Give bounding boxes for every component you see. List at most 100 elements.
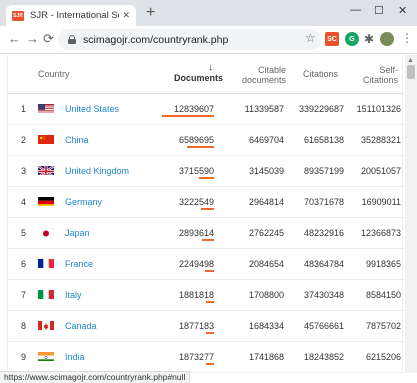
country-link[interactable]: United Kingdom <box>65 166 129 176</box>
table-row: 6 France 2249498 2084654 48364784 9918365 <box>8 249 404 280</box>
table-row: 5 Japan 2893614 2762245 48232916 12366873 <box>8 218 404 249</box>
browser-menu-icon[interactable]: ⋮ <box>401 31 413 45</box>
sc-extension-icon[interactable]: SC <box>325 32 339 46</box>
citable-documents-cell: 2964814 <box>248 197 284 207</box>
documents-bar <box>162 115 214 117</box>
rank-cell: 8 <box>21 321 27 331</box>
scroll-up-arrow-icon[interactable]: ▲ <box>407 57 414 64</box>
rank-cell: 5 <box>21 228 27 238</box>
back-arrow-icon[interactable]: ← <box>8 32 21 46</box>
citations-cell: 70371678 <box>303 197 344 207</box>
minimize-icon[interactable]: — <box>350 4 361 16</box>
india-flag-icon <box>38 350 54 361</box>
page-scrollbar[interactable]: ▲ <box>405 55 417 373</box>
extensions-puzzle-icon[interactable]: ✱ <box>362 32 376 46</box>
rank-cell: 1 <box>21 104 27 114</box>
rank-cell: 7 <box>21 290 27 300</box>
italy-flag-icon <box>38 288 54 299</box>
documents-bar <box>206 301 214 303</box>
table-row: 2 China 6589695 6469704 61658138 35288321 <box>8 125 404 156</box>
country-link[interactable]: China <box>65 135 89 145</box>
citations-cell: 89357199 <box>303 166 344 176</box>
self-citations-cell: 20051057 <box>360 166 401 176</box>
reload-icon[interactable]: ⟳ <box>43 32 54 46</box>
sjr-favicon-icon: SJR <box>12 10 24 21</box>
lock-icon <box>68 35 76 44</box>
table-row: 8 Canada 1877183 1684334 45766661 7875702 <box>8 311 404 342</box>
documents-bar <box>201 208 214 210</box>
tab-close-icon[interactable]: ✕ <box>122 10 130 21</box>
citations-cell: 48364784 <box>303 259 344 269</box>
france-flag-icon <box>38 257 54 268</box>
documents-cell: 3715590 <box>178 166 214 176</box>
header-country[interactable]: Country <box>38 69 70 80</box>
rank-cell: 9 <box>21 352 27 362</box>
self-citations-cell: 7875702 <box>365 321 401 331</box>
country-link[interactable]: United States <box>65 104 119 114</box>
profile-avatar[interactable] <box>380 32 394 46</box>
documents-cell: 2893614 <box>178 228 214 238</box>
citable-documents-cell: 11339587 <box>244 104 284 114</box>
country-rank-table: Country ↓ Documents Citable documents Ci… <box>7 55 404 373</box>
documents-cell: 12839607 <box>173 104 214 114</box>
forward-arrow-icon[interactable]: → <box>26 32 39 46</box>
self-citations-cell: 16909011 <box>361 197 401 207</box>
citable-documents-cell: 1741868 <box>248 352 284 362</box>
close-window-icon[interactable]: ✕ <box>398 4 407 17</box>
table-row: 4 Germany 3222549 2964814 70371678 16909011 <box>8 187 404 218</box>
citations-cell: 18243852 <box>303 352 344 362</box>
citable-documents-cell: 1684334 <box>248 321 284 331</box>
country-link[interactable]: Italy <box>65 290 82 300</box>
country-link[interactable]: France <box>65 259 93 269</box>
documents-bar <box>205 270 214 272</box>
scrollbar-thumb[interactable] <box>407 65 415 79</box>
rank-cell: 4 <box>21 197 27 207</box>
page-content: Country ↓ Documents Citable documents Ci… <box>0 55 417 373</box>
country-link[interactable]: India <box>65 352 85 362</box>
address-url: scimagojr.com/countryrank.php <box>83 33 229 46</box>
header-citable-line2[interactable]: documents <box>237 75 286 86</box>
country-link[interactable]: Germany <box>65 197 102 207</box>
rank-cell: 2 <box>21 135 27 145</box>
country-link[interactable]: Japan <box>65 228 90 238</box>
canada-flag-icon <box>38 319 54 330</box>
maximize-icon[interactable]: ☐ <box>374 4 384 17</box>
header-self-line2[interactable]: Citations <box>353 75 398 86</box>
documents-bar <box>202 239 214 241</box>
japan-flag-icon <box>38 226 54 237</box>
new-tab-button[interactable]: + <box>146 5 155 21</box>
documents-cell: 1873277 <box>178 352 214 362</box>
united-kingdom-flag-icon <box>38 164 54 175</box>
sort-descending-icon[interactable]: ↓ <box>208 62 213 73</box>
status-bar: https://www.scimagojr.com/countryrank.ph… <box>0 371 191 383</box>
self-citations-cell: 6215206 <box>365 352 401 362</box>
header-citations[interactable]: Citations <box>298 69 338 80</box>
rank-cell: 3 <box>21 166 27 176</box>
documents-bar <box>187 146 214 148</box>
citations-cell: 45766661 <box>303 321 344 331</box>
address-bar[interactable]: scimagojr.com/countryrank.php <box>58 29 321 50</box>
documents-bar <box>206 332 214 334</box>
self-citations-cell: 12366873 <box>360 228 401 238</box>
bookmark-star-icon[interactable]: ☆ <box>305 31 316 45</box>
tab-strip: SJR SJR - International Science Rank ✕ +… <box>0 0 417 26</box>
citable-documents-cell: 2762245 <box>248 228 284 238</box>
citable-documents-cell: 2084654 <box>248 259 284 269</box>
table-row: 3 United Kingdom 3715590 3145039 89357199 200… <box>8 156 404 187</box>
country-link[interactable]: Canada <box>65 321 97 331</box>
rank-cell: 6 <box>21 259 27 269</box>
united-states-flag-icon <box>38 102 54 113</box>
table-row: 1 United States 12839607 11339587 339229687 1… <box>8 94 404 125</box>
documents-cell: 1877183 <box>178 321 214 331</box>
citations-cell: 61658138 <box>303 135 344 145</box>
documents-bar <box>199 177 214 179</box>
self-citations-cell: 9918365 <box>365 259 401 269</box>
grammarly-extension-icon[interactable]: G <box>345 32 359 46</box>
header-documents[interactable]: Documents <box>174 73 223 84</box>
browser-toolbar: ← → ⟳ scimagojr.com/countryrank.php ☆ SC… <box>0 26 417 54</box>
citable-documents-cell: 3145039 <box>248 166 284 176</box>
table-row: 7 Italy 1881818 1708800 37430348 8584150 <box>8 280 404 311</box>
citable-documents-cell: 1708800 <box>248 290 284 300</box>
browser-tab[interactable]: SJR SJR - International Science Rank ✕ <box>6 5 136 26</box>
documents-cell: 2249498 <box>178 259 214 269</box>
